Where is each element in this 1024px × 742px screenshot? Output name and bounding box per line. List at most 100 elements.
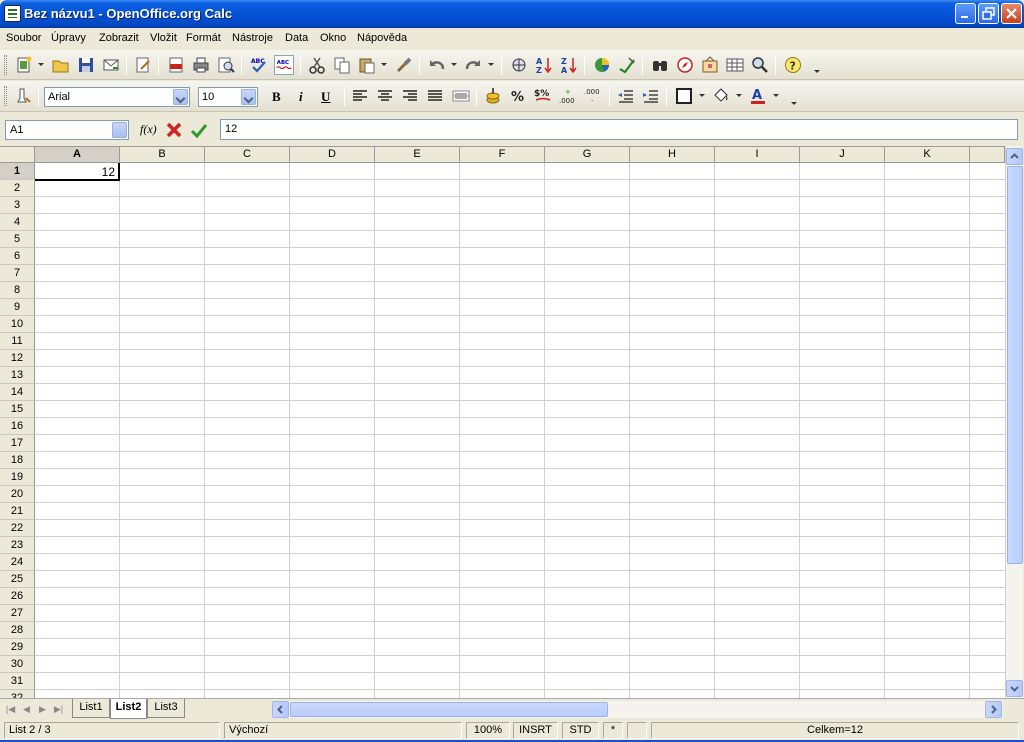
- column-header-partial[interactable]: [970, 147, 1005, 163]
- close-button[interactable]: [1001, 3, 1022, 24]
- align-left-icon[interactable]: [350, 86, 370, 106]
- menu-format[interactable]: Formát: [186, 32, 221, 44]
- print-icon[interactable]: [191, 55, 211, 75]
- calc-app-icon[interactable]: [4, 5, 21, 22]
- menu-napoveda[interactable]: Nápověda: [357, 32, 407, 44]
- styles-formatting-icon[interactable]: [14, 86, 34, 106]
- row-header-18[interactable]: 18: [0, 452, 35, 469]
- row-header-25[interactable]: 25: [0, 571, 35, 588]
- font-name-combo[interactable]: Arial: [44, 87, 190, 107]
- column-header-h[interactable]: H: [630, 147, 715, 163]
- zoom-icon[interactable]: [750, 55, 770, 75]
- number-format-icon[interactable]: $%: [533, 86, 553, 106]
- bold-button[interactable]: B: [272, 89, 281, 105]
- row-header-3[interactable]: 3: [0, 197, 35, 214]
- row-header-19[interactable]: 19: [0, 469, 35, 486]
- column-header-c[interactable]: C: [205, 147, 290, 163]
- row-header-28[interactable]: 28: [0, 622, 35, 639]
- find-replace-icon[interactable]: [650, 55, 670, 75]
- accept-icon[interactable]: [189, 120, 209, 140]
- signature-status[interactable]: [627, 722, 647, 739]
- show-draw-icon[interactable]: [617, 55, 637, 75]
- toolbar-overflow-arrow[interactable]: [791, 102, 797, 105]
- row-header-26[interactable]: 26: [0, 588, 35, 605]
- data-sources-icon[interactable]: [725, 55, 745, 75]
- row-header-4[interactable]: 4: [0, 214, 35, 231]
- row-header-29[interactable]: 29: [0, 639, 35, 656]
- redo-icon[interactable]: [463, 55, 483, 75]
- new-icon[interactable]: [14, 55, 34, 75]
- cell-area[interactable]: [35, 163, 1005, 698]
- row-header-8[interactable]: 8: [0, 282, 35, 299]
- menu-soubor[interactable]: Soubor: [6, 32, 41, 44]
- column-header-j[interactable]: J: [800, 147, 885, 163]
- borders-dropdown-arrow[interactable]: [699, 94, 705, 97]
- font-size-combo[interactable]: 10: [198, 87, 258, 107]
- new-dropdown-arrow[interactable]: [38, 63, 44, 66]
- row-header-5[interactable]: 5: [0, 231, 35, 248]
- undo-icon[interactable]: [427, 55, 447, 75]
- vertical-scroll-thumb[interactable]: [1007, 166, 1023, 564]
- currency-icon[interactable]: [483, 86, 503, 106]
- help-icon[interactable]: ?: [783, 55, 803, 75]
- row-header-10[interactable]: 10: [0, 316, 35, 333]
- column-header-k[interactable]: K: [885, 147, 970, 163]
- row-header-14[interactable]: 14: [0, 384, 35, 401]
- column-header-i[interactable]: I: [715, 147, 800, 163]
- vertical-scrollbar[interactable]: [1005, 146, 1023, 698]
- copy-icon[interactable]: [332, 55, 352, 75]
- redo-dropdown-arrow[interactable]: [488, 63, 494, 66]
- row-header-16[interactable]: 16: [0, 418, 35, 435]
- chevron-down-icon[interactable]: [112, 122, 127, 138]
- open-icon[interactable]: [51, 55, 71, 75]
- horizontal-scrollbar[interactable]: [272, 701, 1003, 718]
- row-header-23[interactable]: 23: [0, 537, 35, 554]
- row-header-22[interactable]: 22: [0, 520, 35, 537]
- zoom-status[interactable]: 100%: [466, 722, 510, 739]
- justify-icon[interactable]: [425, 86, 445, 106]
- merge-cells-icon[interactable]: [451, 86, 471, 106]
- menu-data[interactable]: Data: [285, 32, 308, 44]
- delete-decimal-icon[interactable]: .000-: [583, 86, 603, 106]
- autospellcheck-icon[interactable]: ABC: [274, 55, 294, 75]
- insert-mode-status[interactable]: INSRT: [513, 722, 558, 739]
- sheet-tab-list3[interactable]: List3: [147, 699, 185, 718]
- undo-dropdown-arrow[interactable]: [451, 63, 457, 66]
- column-header-d[interactable]: D: [290, 147, 375, 163]
- menu-upravy[interactable]: Úpravy: [51, 32, 86, 44]
- scroll-up-button[interactable]: [1006, 148, 1023, 165]
- page-preview-icon[interactable]: [216, 55, 236, 75]
- borders-icon[interactable]: [674, 86, 694, 106]
- email-icon[interactable]: [101, 55, 121, 75]
- font-color-dropdown-arrow[interactable]: [773, 94, 779, 97]
- row-header-9[interactable]: 9: [0, 299, 35, 316]
- previous-sheet-icon[interactable]: ◀: [19, 702, 34, 716]
- select-all-corner[interactable]: [0, 147, 35, 163]
- background-color-dropdown-arrow[interactable]: [736, 94, 742, 97]
- name-box[interactable]: A1: [5, 120, 129, 140]
- row-header-6[interactable]: 6: [0, 248, 35, 265]
- underline-button[interactable]: U: [321, 89, 330, 105]
- row-header-2[interactable]: 2: [0, 180, 35, 197]
- align-right-icon[interactable]: [400, 86, 420, 106]
- sort-descending-icon[interactable]: ZA: [559, 55, 579, 75]
- last-sheet-icon[interactable]: ▶|: [51, 702, 66, 716]
- font-color-icon[interactable]: A: [748, 86, 768, 106]
- sort-ascending-icon[interactable]: AZ: [534, 55, 554, 75]
- paste-icon[interactable]: [357, 55, 377, 75]
- row-header-32[interactable]: 32: [0, 690, 35, 698]
- spreadsheet-grid[interactable]: A B C D E F G H I J K 1 2 3 4 5 6 7 8 9 10 11 12 13 1…: [0, 146, 1005, 698]
- sheet-tab-list1[interactable]: List1: [72, 699, 110, 718]
- restore-button[interactable]: [978, 3, 999, 24]
- paste-dropdown-arrow[interactable]: [381, 63, 387, 66]
- gallery-icon[interactable]: [700, 55, 720, 75]
- row-header-21[interactable]: 21: [0, 503, 35, 520]
- horizontal-scroll-thumb[interactable]: [290, 702, 608, 717]
- selection-mode-status[interactable]: STD: [562, 722, 599, 739]
- page-style-status[interactable]: Výchozí: [224, 722, 462, 739]
- add-decimal-icon[interactable]: .000+: [558, 86, 578, 106]
- align-center-icon[interactable]: [375, 86, 395, 106]
- scroll-down-button[interactable]: [1006, 680, 1023, 697]
- row-header-17[interactable]: 17: [0, 435, 35, 452]
- sheet-tab-list2[interactable]: List2: [110, 699, 147, 719]
